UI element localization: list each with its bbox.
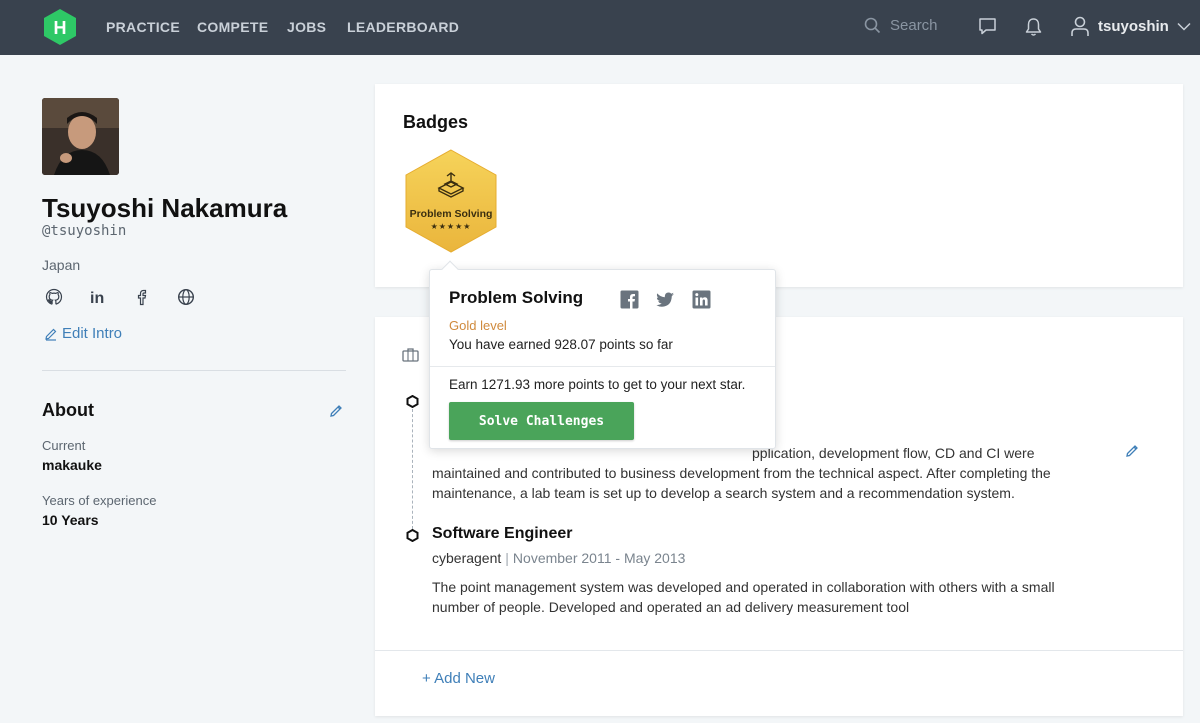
edit-intro-link[interactable]: Edit Intro [44,325,122,342]
hackerrank-logo[interactable]: H [42,8,78,46]
solve-challenges-button[interactable]: Solve Challenges [449,402,634,440]
profile-full-name: Tsuyoshi Nakamura [42,193,288,223]
timeline-node-icon [406,529,419,542]
facebook-icon[interactable] [132,287,152,307]
experience-value: 10 Years [42,512,99,528]
svg-text:H: H [54,18,67,38]
problem-solving-badge-icon [437,172,465,198]
profile-handle: @tsuyoshin [42,223,127,239]
twitter-share-icon[interactable] [656,290,675,309]
avatar [42,98,119,175]
badge-popover: Problem Solving Gold level You have earn… [429,260,776,449]
about-edit-pencil-icon[interactable] [329,403,344,418]
linkedin-share-icon[interactable] [692,290,711,309]
badge-stars: ★★★★★ [430,222,472,231]
top-navbar: H PRACTICE COMPETE JOBS LEADERBOARD tsuy… [0,0,1200,55]
entry-2-dates: November 2011 - May 2013 [512,550,686,566]
user-icon [1071,16,1089,36]
popover-divider [430,366,775,367]
current-label: Current [42,438,86,453]
entry-1-desc-line2: maintained and contributed to business d… [432,465,1051,481]
entry-1-description: pplication, development flow, CD and CI … [432,443,1082,503]
timeline-node-icon [406,395,419,408]
entry-1-desc-line3: maintenance, a lab team is set up to dev… [432,485,1015,501]
badges-card: Badges Problem Solving ★★★★★ [375,84,1183,287]
about-heading: About [42,400,94,420]
points-earned-text: You have earned 928.07 points so far [449,337,673,352]
nav-compete[interactable]: COMPETE [197,19,268,35]
popover-title: Problem Solving [449,288,584,307]
badge-level: Gold level [449,318,507,333]
entry-2-desc-line2: number of people. Developed and operated… [432,599,910,615]
nav-practice[interactable]: PRACTICE [106,19,180,35]
globe-icon[interactable] [176,287,196,307]
badges-heading: Badges [403,112,469,132]
notifications-bell-icon[interactable] [1024,17,1043,37]
search-box[interactable] [864,17,970,34]
linkedin-icon[interactable]: in [88,287,108,307]
entry-2-company: cyberagent [432,550,502,566]
edit-intro-label: Edit Intro [62,325,123,342]
entry-2-title: Software Engineer [432,525,573,542]
meta-separator: | [505,550,509,566]
add-new-button[interactable]: + Add New [422,670,495,687]
social-links: in [44,287,196,307]
badge-name: Problem Solving [409,208,493,220]
nav-leaderboard[interactable]: LEADERBOARD [347,19,459,35]
badge-problem-solving[interactable]: Problem Solving ★★★★★ [403,148,499,254]
entry-2-description: The point management system was develope… [432,577,1082,617]
profile-divider [42,370,346,371]
pencil-icon [45,328,57,341]
username-label: tsuyoshin [1098,17,1169,35]
user-menu[interactable]: tsuyoshin [1070,15,1191,37]
profile-country: Japan [42,257,81,273]
next-star-text: Earn 1271.93 more points to get to your … [449,377,746,392]
messages-icon[interactable] [978,17,997,36]
chevron-down-icon [1177,22,1191,31]
entry-2-meta: cyberagent | November 2011 - May 2013 [432,550,685,566]
search-input[interactable] [890,17,970,34]
share-icons [620,290,711,309]
experience-label: Years of experience [42,493,157,508]
svg-text:in: in [90,290,104,306]
search-icon [864,17,881,34]
briefcase-icon [402,348,419,362]
current-value: makauke [42,457,102,473]
timeline-line [412,409,413,529]
entry-2-desc-line1: The point management system was develope… [432,579,1055,595]
card-divider [375,650,1183,651]
nav-jobs[interactable]: JOBS [287,19,326,35]
entry-edit-pencil-icon[interactable] [1125,443,1140,458]
facebook-share-icon[interactable] [620,290,639,309]
github-icon[interactable] [44,287,64,307]
